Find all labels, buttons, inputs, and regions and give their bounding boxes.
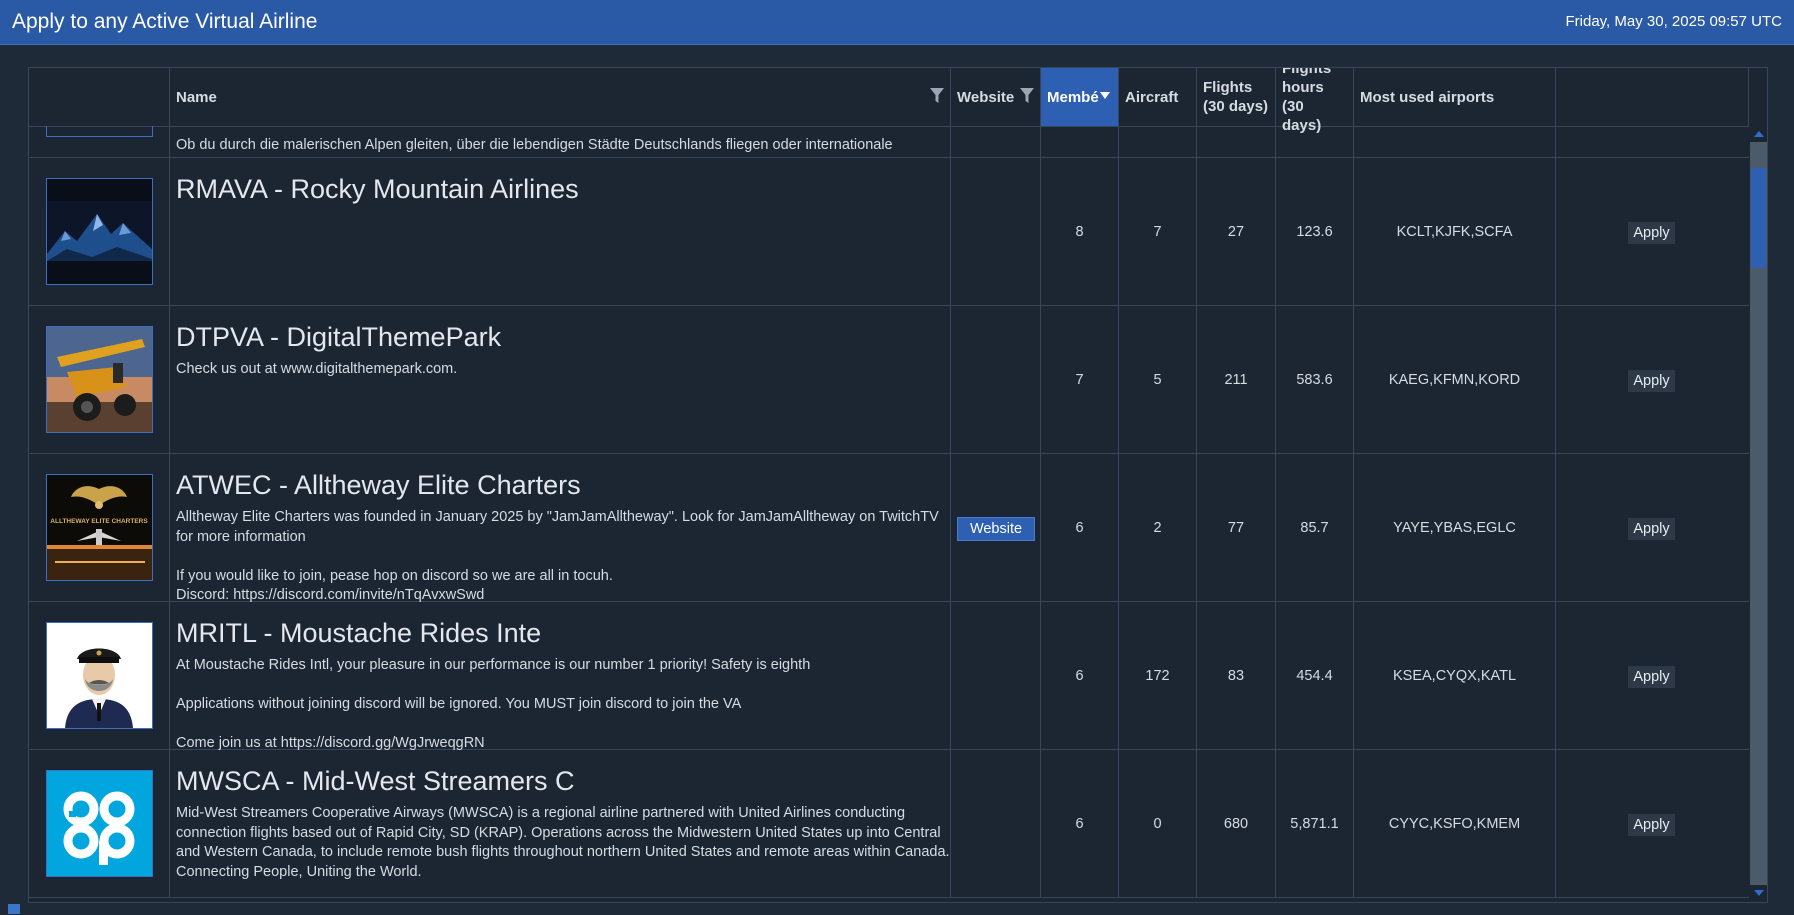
bush-plane-logo-icon [47,327,152,432]
header-website[interactable]: Website [951,68,1041,126]
members-count: 8 [1041,158,1119,305]
title-bar: Apply to any Active Virtual Airline Frid… [0,0,1794,45]
airline-logo: ALLTHEWAY ELITE CHARTERS [46,474,153,581]
table-row[interactable]: MWSCA - Mid-West Streamers C Mid-West St… [29,750,1749,898]
flight-hours: 85.7 [1276,454,1354,601]
app-status-icon [8,904,20,914]
airline-name: ATWEC - Alltheway Elite Charters [176,470,581,500]
aircraft-count: 7 [1119,158,1197,305]
vertical-scrollbar[interactable] [1750,126,1767,901]
flights-count: 211 [1197,306,1276,453]
winged-jet-logo-icon: ALLTHEWAY ELITE CHARTERS [47,475,152,580]
header-airports-label: Most used airports [1360,88,1495,106]
pilot-logo-icon [47,623,152,728]
aircraft-count: 0 [1119,750,1197,897]
apply-button[interactable]: Apply [1628,666,1675,688]
table-row[interactable]: MRITL - Moustache Rides Inte At Moustach… [29,602,1749,751]
header-airports[interactable]: Most used airports [1354,68,1556,126]
table-row[interactable]: ALLTHEWAY ELITE CHARTERS ATWEC - Allthew… [29,454,1749,603]
coop-logo-icon [47,771,152,876]
airline-logo [46,770,153,877]
members-count: 6 [1041,602,1119,749]
header-actions [1556,68,1749,126]
grid-body: Ob du durch die malerischen Alpen gleite… [29,126,1749,901]
flight-hours: 583.6 [1276,306,1354,453]
website-button[interactable]: Website [957,517,1035,541]
most-used-airports: CYYC,KSFO,KMEM [1354,750,1556,897]
header-logo [29,68,170,126]
grid-header: Name Website Membé Aircraft Flights (30 … [29,68,1749,134]
most-used-airports: KSEA,CYQX,KATL [1354,602,1556,749]
scrollbar-thumb[interactable] [1751,168,1766,268]
header-name[interactable]: Name [170,68,951,126]
airline-description: Check us out at www.digitalthemepark.com… [176,361,458,377]
header-members-label: Membé [1047,88,1099,106]
flight-hours: 5,871.1 [1276,750,1354,897]
flights-count: 83 [1197,602,1276,749]
header-flights[interactable]: Flights (30 days) [1197,68,1276,126]
flight-hours: 454.4 [1276,602,1354,749]
aircraft-count: 2 [1119,454,1197,601]
arrow-down-icon [1753,890,1764,896]
header-hours-label: Flights hours (30 days) [1282,67,1332,134]
airline-description: Mid-West Streamers Cooperative Airways (… [176,805,954,880]
apply-button[interactable]: Apply [1628,814,1675,836]
header-name-label: Name [176,88,217,106]
airline-name: DTPVA - DigitalThemePark [176,322,502,352]
table-row[interactable]: RMAVA - Rocky Mountain Airlines 8 7 27 1… [29,158,1749,306]
airline-description: Alltheway Elite Charters was founded in … [176,509,939,603]
header-members[interactable]: Membé [1041,68,1119,126]
sort-desc-icon [1100,92,1110,99]
most-used-airports: KCLT,KJFK,SCFA [1354,158,1556,305]
airline-logo [46,326,153,433]
members-count: 6 [1041,454,1119,601]
airline-logo [46,178,153,285]
scroll-up-button[interactable] [1750,126,1767,142]
members-count: 7 [1041,306,1119,453]
airline-name: MRITL - Moustache Rides Inte [176,618,542,648]
mountain-logo-icon [47,179,152,284]
airline-logo [46,126,153,137]
airline-description: Ob du durch die malerischen Alpen gleite… [176,137,893,153]
arrow-up-icon [1753,131,1764,137]
aircraft-count: 5 [1119,306,1197,453]
flights-count: 77 [1197,454,1276,601]
flights-count: 680 [1197,750,1276,897]
window-title: Apply to any Active Virtual Airline [12,10,318,33]
header-aircraft[interactable]: Aircraft [1119,68,1197,126]
airline-description: At Moustache Rides Intl, your pleasure i… [176,657,811,751]
airline-grid: Name Website Membé Aircraft Flights (30 … [28,67,1768,903]
datetime-display: Friday, May 30, 2025 09:57 UTC [1565,13,1783,30]
airline-logo [46,622,153,729]
filter-icon[interactable] [930,88,944,104]
airline-name: RMAVA - Rocky Mountain Airlines [176,174,579,204]
scroll-down-button[interactable] [1750,885,1767,901]
most-used-airports: YAYE,YBAS,EGLC [1354,454,1556,601]
table-row[interactable]: DTPVA - DigitalThemePark Check us out at… [29,306,1749,454]
filter-icon[interactable] [1020,88,1034,104]
flights-count: 27 [1197,158,1276,305]
flight-hours: 123.6 [1276,158,1354,305]
table-row: Ob du durch die malerischen Alpen gleite… [29,126,1749,158]
most-used-airports: KAEG,KFMN,KORD [1354,306,1556,453]
logo-text: ALLTHEWAY ELITE CHARTERS [50,518,148,525]
header-aircraft-label: Aircraft [1125,88,1179,106]
header-website-label: Website [957,88,1015,106]
aircraft-count: 172 [1119,602,1197,749]
airline-name: MWSCA - Mid-West Streamers C [176,766,575,796]
header-flights-label: Flights (30 days) [1203,79,1269,115]
apply-button[interactable]: Apply [1628,222,1675,244]
apply-button[interactable]: Apply [1628,370,1675,392]
apply-button[interactable]: Apply [1628,518,1675,540]
header-hours[interactable]: Flights hours (30 days) [1276,68,1354,134]
members-count: 6 [1041,750,1119,897]
